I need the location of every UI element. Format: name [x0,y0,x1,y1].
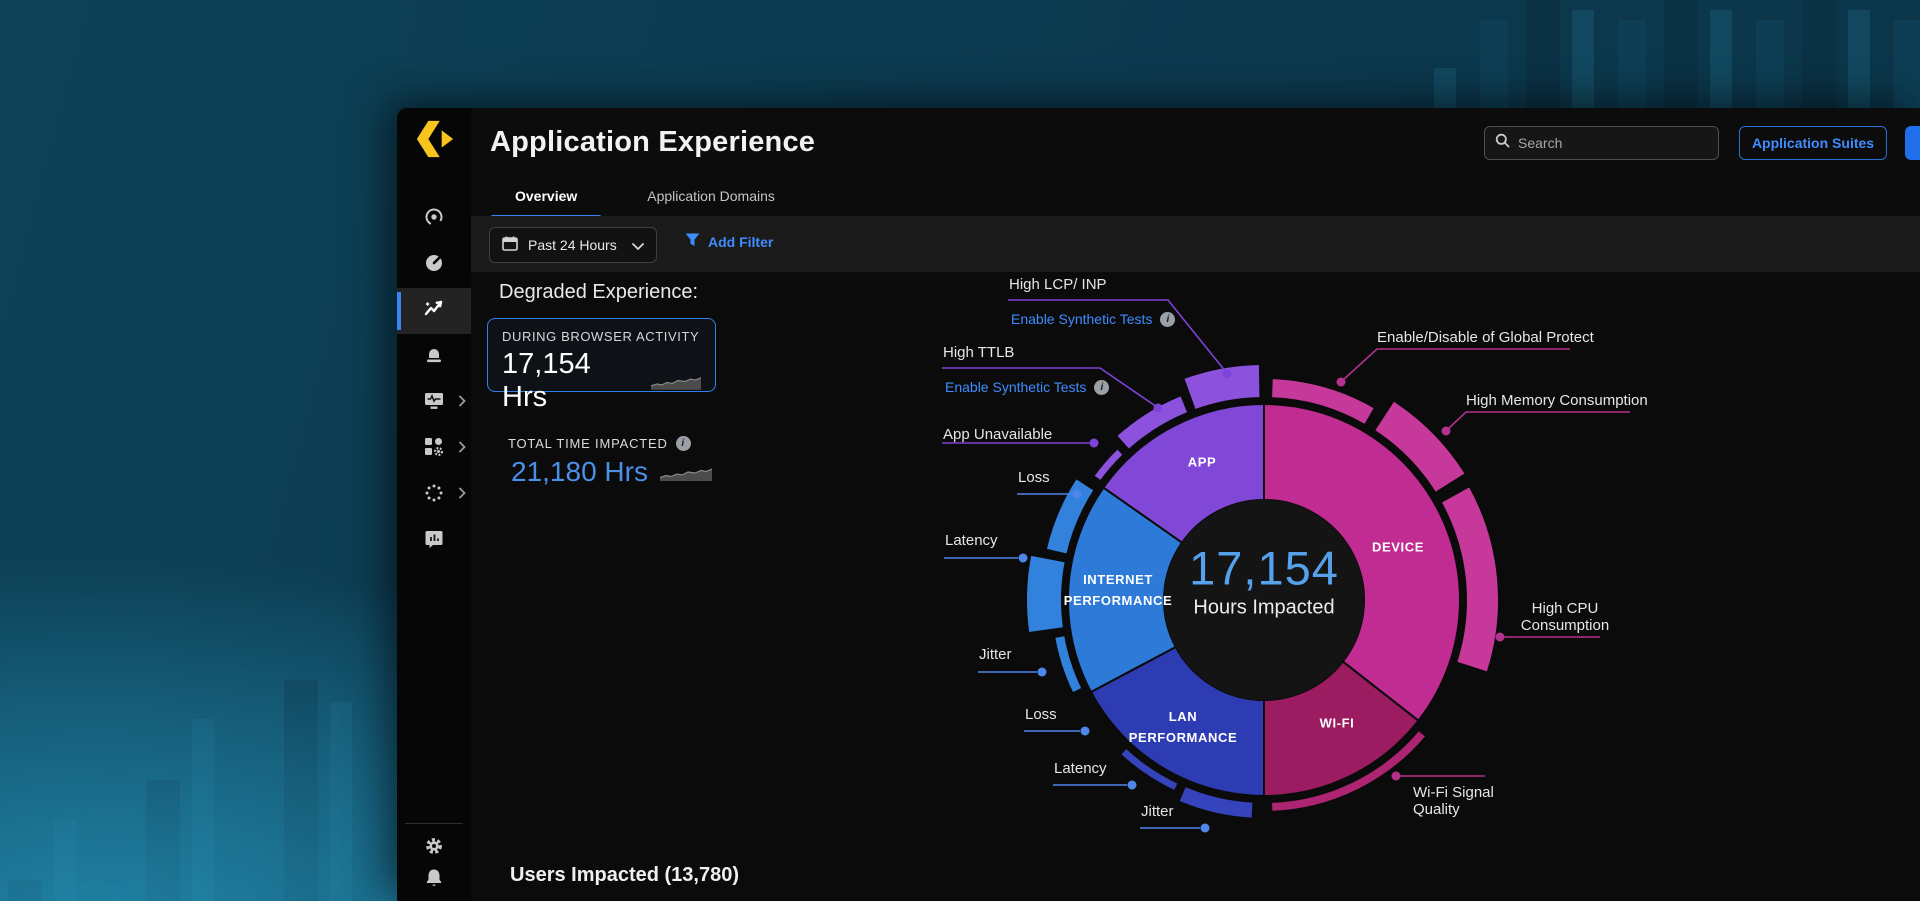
sidebar-divider [405,823,463,824]
callout-label-high-memory: High Memory Consumption [1466,392,1648,409]
time-range-dropdown[interactable]: Past 24 Hours [489,227,657,263]
callout-link-high-ttlb[interactable]: Enable Synthetic Testsi [945,379,1109,395]
callout-link-high-lcp-inp[interactable]: Enable Synthetic Testsi [1011,311,1175,327]
callout-label-jitter-internet: Jitter [979,646,1012,663]
funnel-icon [685,233,700,250]
primary-action-button-clipped[interactable] [1905,126,1920,160]
prisma-logo-icon[interactable] [414,118,456,160]
siren-icon [423,344,445,371]
callout-label-latency-internet: Latency [945,532,998,549]
search-icon [1495,133,1510,153]
callout-label-jitter-lan: Jitter [1141,803,1174,820]
search-input[interactable] [1518,135,1708,151]
subsegment-high-lcp-inp[interactable] [1183,364,1260,410]
sidebar-item-autonomous-ops[interactable] [397,472,471,518]
sidebar [397,108,471,901]
sparkline [660,464,712,481]
sidebar-item-notifications[interactable] [397,860,471,900]
sidebar-item-app-catalog[interactable] [397,426,471,472]
during-browser-activity-value: 17,154 Hrs [502,348,639,414]
chevron-right-icon [458,486,466,504]
gear-icon [423,835,445,862]
callout-label-wifi-signal-quality: Wi-Fi Signal Quality [1413,784,1494,818]
info-icon: i [1094,380,1109,395]
degraded-experience-title: Degraded Experience: [499,281,698,304]
during-browser-activity-label: DURING BROWSER ACTIVITY [502,329,701,344]
filter-bar: Past 24 Hours Add Filter [471,216,1920,272]
global-search[interactable] [1484,126,1719,160]
sparkline [651,373,701,390]
callout-label-loss-internet: Loss [1018,469,1050,486]
hours-impacted-label: Hours Impacted [1193,597,1334,620]
sidebar-item-dashboards[interactable] [397,242,471,288]
info-icon: i [1160,312,1175,327]
callout-label-loss-lan: Loss [1025,706,1057,723]
subsegment-latency[interactable] [1026,555,1066,634]
monitor-pulse-icon [422,389,446,418]
sidebar-item-incidents-alerts[interactable] [397,334,471,380]
tab-overview[interactable]: Overview [491,180,601,218]
radar-icon [423,206,445,233]
sidebar-nav [397,196,471,564]
tab-application-domains[interactable]: Application Domains [623,180,799,218]
sidebar-item-reports[interactable] [397,518,471,564]
callout-label-global-protect: Enable/Disable of Global Protect [1377,329,1594,346]
callout-label-high-cpu: High CPU Consumption [1505,600,1625,634]
sidebar-item-command-center[interactable] [397,196,471,242]
calendar-icon [502,236,518,254]
sidebar-item-application-experience[interactable] [397,288,471,334]
during-browser-activity-card[interactable]: DURING BROWSER ACTIVITY 17,154 Hrs [487,318,716,392]
activity-trend-icon [422,297,446,326]
total-time-impacted-value: 21,180 Hrs [511,456,712,488]
add-filter-button[interactable]: Add Filter [685,233,773,250]
sidebar-item-network-monitoring[interactable] [397,380,471,426]
callout-label-latency-lan: Latency [1054,760,1107,777]
chevron-right-icon [458,394,466,412]
total-time-impacted-label: TOTAL TIME IMPACTED i [508,436,691,451]
users-impacted-title: Users Impacted (13,780) [510,864,739,887]
gauge-icon [423,252,445,279]
chevron-right-icon [458,440,466,458]
dotted-circle-icon [422,481,446,510]
app-grid-gear-icon [422,435,446,464]
callout-label-high-lcp-inp: High LCP/ INP [1009,276,1107,293]
hours-impacted-value: 17,154 [1189,541,1339,596]
callout-label-app-unavailable: App Unavailable [943,426,1052,443]
report-icon [423,528,445,555]
info-icon[interactable]: i [676,436,691,451]
application-suites-button[interactable]: Application Suites [1739,126,1887,160]
tab-bar: Overview Application Domains [491,180,799,218]
chevron-down-icon [632,237,644,253]
callout-label-high-ttlb: High TTLB [943,344,1014,361]
page-title: Application Experience [490,126,815,159]
app-window: Application Experience Application Suite… [397,108,1920,901]
bell-icon [423,867,445,894]
